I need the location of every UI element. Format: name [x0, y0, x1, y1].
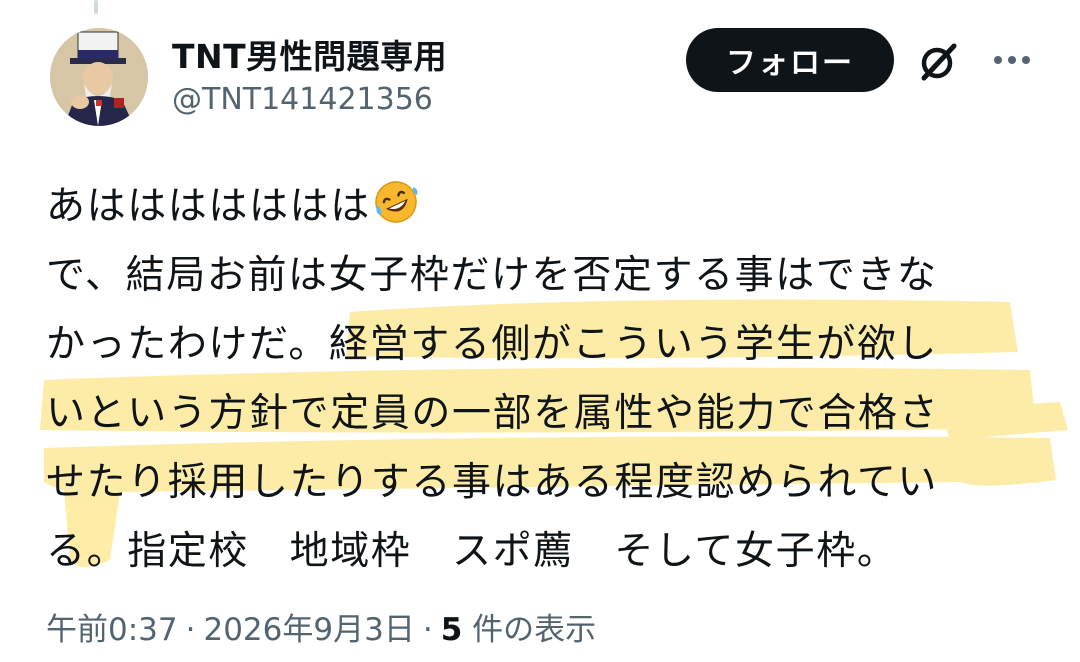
views-count[interactable]: 5: [441, 612, 463, 648]
grok-icon[interactable]: [916, 38, 962, 84]
views-label[interactable]: 件の表示: [472, 612, 596, 648]
more-options-icon[interactable]: [990, 48, 1034, 72]
tweet-text: あははははははは で、結局お前は女子枠だけを否定する事はできな かったわけだ。経…: [46, 172, 1046, 586]
rolling-on-floor-laughing-emoji: [373, 178, 419, 224]
follow-button[interactable]: フォロー: [686, 28, 894, 92]
tweet-text-line: かったわけだ。経営する側がこういう学生が欲し: [46, 322, 939, 367]
tweet-text-line: せたり採用したりする事はある程度認められてい: [46, 460, 939, 505]
author-handle[interactable]: @TNT141421356: [172, 82, 433, 117]
tweet-time[interactable]: 午前0:37: [46, 612, 178, 648]
tweet-text-line: いという方針で定員の一部を属性や能力で合格さ: [46, 391, 940, 436]
tweet-text-line: る。指定校 地域枠 スポ薦 そして女子枠。: [46, 529, 898, 574]
tweet-meta: 午前0:37 · 2026年9月3日 · 5 件の表示: [46, 604, 596, 649]
tweet-date[interactable]: 2026年9月3日: [203, 612, 414, 648]
thread-connector-line: [94, 0, 98, 14]
separator-dot: ·: [422, 612, 433, 648]
avatar[interactable]: [50, 28, 148, 126]
tweet-text-line: あははははははは: [46, 172, 1046, 241]
tweet-text-line: で、結局お前は女子枠だけを否定する事はできな: [46, 253, 938, 298]
author-display-name[interactable]: TNT男性問題専用: [172, 30, 447, 78]
separator-dot: ·: [185, 612, 196, 648]
